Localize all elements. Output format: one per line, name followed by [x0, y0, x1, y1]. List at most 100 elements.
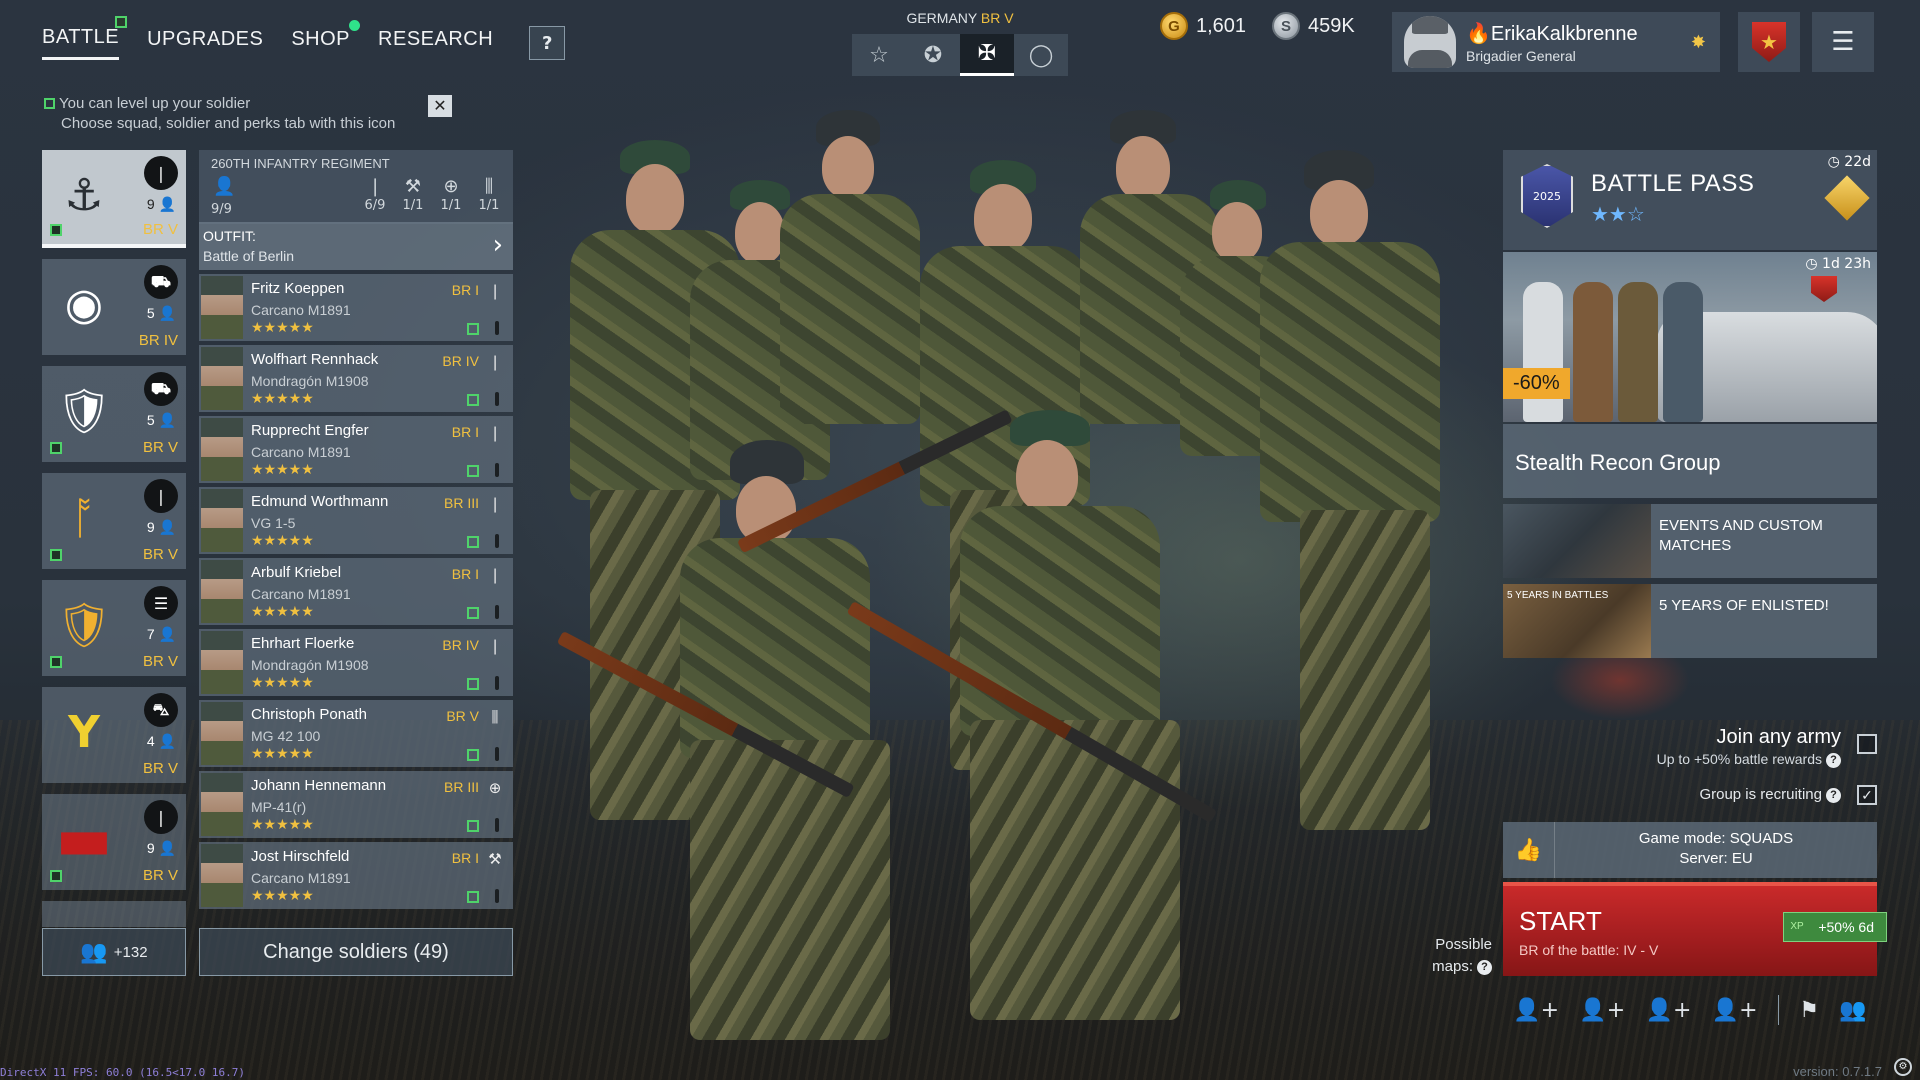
battle-br: BR of the battle: IV - V [1519, 942, 1659, 958]
chevron-right-icon: › [492, 230, 503, 260]
gold-balance[interactable]: G 1,601 [1160, 12, 1246, 40]
tab-upgrades[interactable]: UPGRADES [147, 28, 263, 59]
soldier-portrait [201, 631, 243, 694]
army-option-soviet-icon[interactable]: ✪ [906, 34, 960, 76]
level-up-square-icon [467, 607, 479, 619]
army-br: BR V [980, 10, 1014, 26]
events-card[interactable]: EVENTS AND CUSTOM MATCHES [1503, 504, 1877, 578]
help-icon[interactable]: ? [1826, 788, 1841, 803]
anniversary-card[interactable]: 5 YEARS IN BATTLES 5 YEARS OF ENLISTED! [1503, 584, 1877, 658]
soldier-row[interactable]: Fritz Koeppen Carcano M1891 ★★★★★ BR I ❘ [199, 274, 513, 341]
squad-card[interactable]: ▬ ❘ 9 👤 BR V [42, 794, 186, 890]
tab-shop[interactable]: SHOP [291, 19, 361, 59]
squad-card[interactable]: ᚩ ❘ 9 👤 BR V [42, 473, 186, 569]
offer-timer: ◷ 1d 23h [1805, 256, 1871, 272]
anniversary-thumbnail: 5 YEARS IN BATTLES [1503, 584, 1651, 658]
soldier-image [1618, 282, 1658, 422]
soldier-stars: ★★★★★ [251, 462, 314, 478]
version-label: version: 0.7.1.7 [1793, 1064, 1882, 1079]
army-option-star-icon[interactable]: ☆ [852, 34, 906, 76]
regiment-title: 260TH INFANTRY REGIMENT [211, 156, 390, 171]
help-icon[interactable]: ? [1826, 753, 1841, 768]
change-soldiers-button[interactable]: Change soldiers (49) [199, 928, 513, 976]
squad-br: BR V [142, 760, 178, 777]
soldier-class-icon: ❘ [488, 637, 502, 655]
flag-icon[interactable]: ⚑ [1799, 998, 1819, 1023]
person-icon: 👤 [213, 176, 236, 197]
perk-indicator-icon [495, 889, 499, 903]
soldier-br: BR I [451, 424, 479, 440]
invite-player-icon[interactable]: 👤+ [1579, 998, 1625, 1023]
squad-count: 4 👤 [146, 733, 176, 749]
squads-manage-button[interactable]: 👥 +132 [42, 928, 186, 976]
outfit-selector[interactable]: OUTFIT: Battle of Berlin › [199, 222, 513, 270]
invite-player-icon[interactable]: 👤+ [1712, 998, 1758, 1023]
army-option-germany-icon[interactable]: ✠ [960, 34, 1014, 76]
battle-pass-logo-icon: 2025 [1521, 164, 1573, 228]
settings-icon[interactable]: ⚙ [1894, 1058, 1912, 1076]
soldier-row[interactable]: Jost Hirschfeld Carcano M1891 ★★★★★ BR I ⚒ [199, 842, 513, 909]
menu-button[interactable]: ☰ [1812, 12, 1874, 72]
squad-card[interactable]: Y ⛍ 4 👤 BR V [42, 687, 186, 783]
soldier-row[interactable]: Arbulf Kriebel Carcano M1891 ★★★★★ BR I ❘ [199, 558, 513, 625]
offer-banner[interactable]: -60% ◷ 1d 23h [1503, 252, 1877, 422]
squad-card[interactable]: 🛡 ⛟ 5 👤 BR V [42, 366, 186, 462]
soldier-portrait [201, 489, 243, 552]
soldier-br: BR I [451, 850, 479, 866]
tank-class-icon: ⛟ [144, 372, 178, 406]
soldier-row[interactable]: Wolfhart Rennhack Mondragón M1908 ★★★★★ BR … [199, 345, 513, 412]
soldier-weapon: Mondragón M1908 [251, 373, 369, 389]
squad-card[interactable] [42, 901, 186, 927]
invite-player-icon[interactable]: 👤+ [1646, 998, 1692, 1023]
group-recruiting-checkbox[interactable]: ✓ [1857, 785, 1877, 805]
soldier-row[interactable]: Johann Hennemann MP-41(r) ★★★★★ BR III ⊕ [199, 771, 513, 838]
battle-pass-card[interactable]: 2025 BATTLE PASS ★★☆ ◷ 22d [1503, 150, 1877, 250]
wrench-icon: ⚒ [404, 176, 422, 197]
soldier-row[interactable]: Edmund Worthmann VG 1-5 ★★★★★ BR III ❘ [199, 487, 513, 554]
join-any-army-checkbox[interactable] [1857, 734, 1877, 754]
perk-indicator-icon [495, 321, 499, 335]
group-recruiting: Group is recruiting? ✓ [1560, 785, 1877, 805]
slot-medic: ⊕ 1/1 [437, 176, 465, 213]
start-button[interactable]: START BR of the battle: IV - V +50% 6d [1503, 882, 1887, 976]
tank-class-icon: ⛟ [144, 265, 178, 299]
level-up-square-icon [467, 749, 479, 761]
soldier-row[interactable]: Christoph Ponath MG 42 100 ★★★★★ BR V ⫼ [199, 700, 513, 767]
squad-br: BR V [142, 867, 178, 884]
divider [1777, 995, 1779, 1025]
hint-line-2: Choose squad, soldier and perks tab with… [61, 115, 396, 132]
outfit-label: OUTFIT: [203, 228, 256, 244]
silver-balance[interactable]: S 459K [1272, 12, 1355, 40]
tab-research[interactable]: RESEARCH [378, 28, 493, 59]
squads-reserve-count: +132 [113, 943, 148, 961]
army-option-japan-icon[interactable]: ◯ [1014, 34, 1068, 76]
soldier-weapon: Mondragón M1908 [251, 657, 369, 673]
soldier-name: Arbulf Kriebel [251, 564, 342, 581]
squad-br: BR V [142, 221, 178, 238]
soldier-row[interactable]: Rupprecht Engfer Carcano M1891 ★★★★★ BR I ❘ [199, 416, 513, 483]
help-icon[interactable]: ? [1477, 960, 1492, 975]
game-mode-panel[interactable]: 👍 Game mode: SQUADS Server: EU [1503, 822, 1877, 878]
level-up-square-icon [467, 465, 479, 477]
soldier-stars: ★★★★★ [251, 675, 314, 691]
squad-card[interactable]: 🛡 ☰ 7 👤 BR V [42, 580, 186, 676]
level-up-square-icon [44, 98, 55, 109]
squad-count: 5 👤 [146, 305, 176, 321]
soldier-image [1573, 282, 1613, 422]
close-icon[interactable]: ✕ [428, 95, 452, 117]
invite-player-icon[interactable]: 👤+ [1513, 998, 1559, 1023]
help-button[interactable]: ? [529, 26, 566, 60]
player-profile[interactable]: 🔥ErikaKalkbrenne Brigadier General ✸ [1392, 12, 1720, 72]
offer-title[interactable]: Stealth Recon Group [1503, 424, 1877, 498]
friends-icon[interactable]: 👥 [1839, 998, 1866, 1023]
squad-card[interactable]: ⚓ ❘ 9 👤 BR V [42, 150, 186, 248]
tab-battle[interactable]: BATTLE [42, 16, 128, 60]
achievements-button[interactable]: ★ [1738, 12, 1800, 72]
level-up-indicator-icon [115, 16, 128, 28]
squad-card[interactable]: ◉ ⛟ 5 👤 BR IV [42, 259, 186, 355]
thumbs-up-icon[interactable]: 👍 [1503, 822, 1555, 878]
hamburger-icon: ☰ [1831, 27, 1855, 57]
soldier-row[interactable]: Ehrhart Floerke Mondragón M1908 ★★★★★ BR IV… [199, 629, 513, 696]
possible-maps[interactable]: Possible maps:? [1420, 934, 1492, 978]
game-mode: Game mode: SQUADS [1638, 830, 1794, 847]
